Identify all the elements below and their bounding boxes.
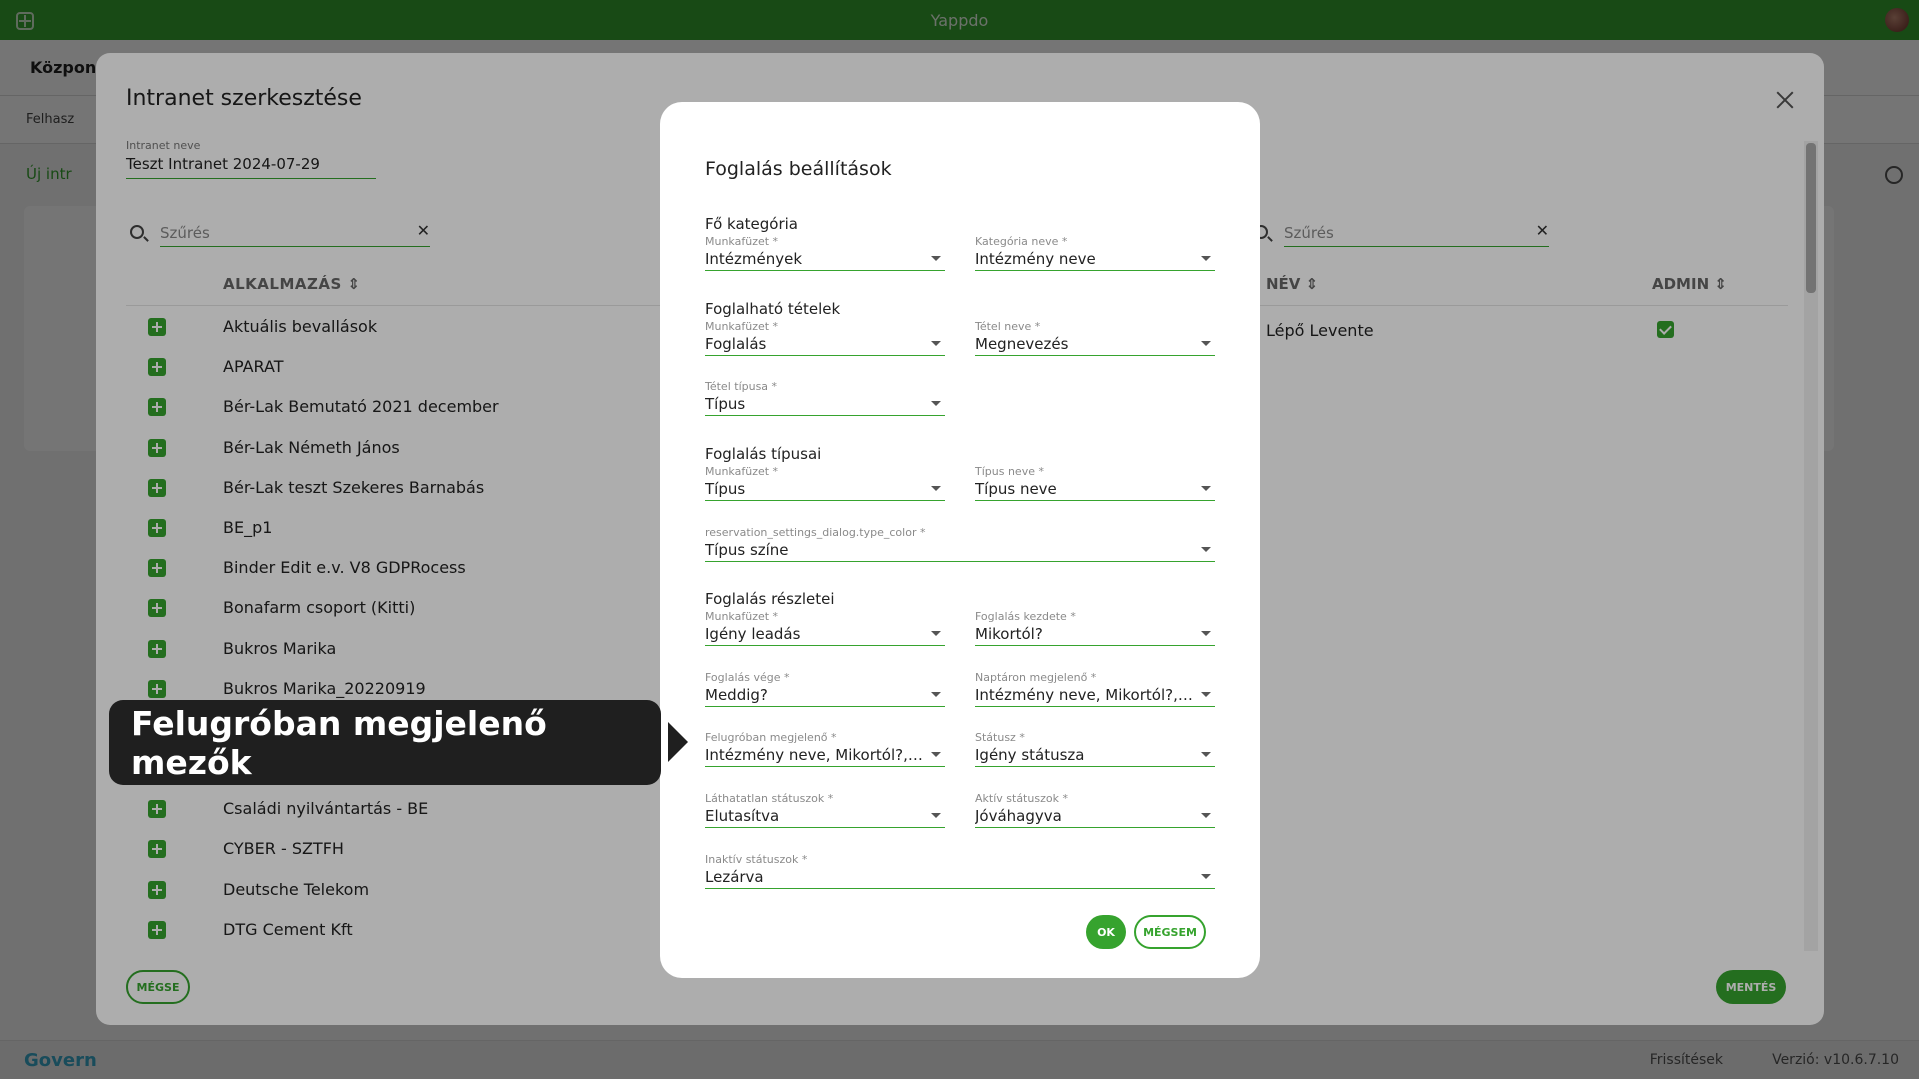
field-value: Típus színe xyxy=(705,541,789,559)
field-label: Kategória neve * xyxy=(975,235,1068,248)
field-value: Intézmény neve, Mikortól?, ... xyxy=(975,686,1197,704)
field-value: Lezárva xyxy=(705,868,764,886)
main-category-workbook-select[interactable]: Munkafüzet * Intézmények xyxy=(705,235,945,271)
booking-settings-dialog: Foglalás beállítások Fő kategória Munkaf… xyxy=(660,102,1260,978)
dropdown-arrow-icon xyxy=(931,486,941,491)
dropdown-arrow-icon xyxy=(1201,874,1211,879)
dropdown-arrow-icon xyxy=(931,631,941,636)
field-label: Munkafüzet * xyxy=(705,465,779,478)
ok-button[interactable]: OK xyxy=(1086,915,1126,949)
booking-end-select[interactable]: Foglalás vége * Meddig? xyxy=(705,671,945,707)
dialog-title: Foglalás beállítások xyxy=(705,158,892,180)
field-label: Tétel neve * xyxy=(975,320,1041,333)
field-value: Megnevezés xyxy=(975,335,1069,353)
cancel-button[interactable]: MÉGSEM xyxy=(1134,915,1206,949)
field-label: Tétel típusa * xyxy=(705,380,778,393)
section-booking-details: Foglalás részletei xyxy=(705,590,835,608)
inactive-statuses-select[interactable]: Inaktív státuszok * Lezárva xyxy=(705,853,1215,889)
type-color-select[interactable]: reservation_settings_dialog.type_color *… xyxy=(705,526,1215,562)
field-label: Felugróban megjelenő * xyxy=(705,731,837,744)
field-value: Meddig? xyxy=(705,686,768,704)
field-value: Mikortól? xyxy=(975,625,1043,643)
dropdown-arrow-icon xyxy=(1201,341,1211,346)
field-value: Intézmény neve, Mikortól?, ... xyxy=(705,746,927,764)
field-value: Jóváhagyva xyxy=(975,807,1062,825)
dropdown-arrow-icon xyxy=(931,401,941,406)
dropdown-arrow-icon xyxy=(1201,547,1211,552)
status-select[interactable]: Státusz * Igény státusza xyxy=(975,731,1215,767)
dropdown-arrow-icon xyxy=(1201,813,1211,818)
field-value: Igény leadás xyxy=(705,625,801,643)
items-workbook-select[interactable]: Munkafüzet * Foglalás xyxy=(705,320,945,356)
dropdown-arrow-icon xyxy=(1201,486,1211,491)
category-name-select[interactable]: Kategória neve * Intézmény neve xyxy=(975,235,1215,271)
field-value: Típus xyxy=(705,480,746,498)
field-label: Inaktív státuszok * xyxy=(705,853,808,866)
callout-pointer xyxy=(668,722,688,762)
hidden-statuses-select[interactable]: Láthatatlan státuszok * Elutasítva xyxy=(705,792,945,828)
dropdown-arrow-icon xyxy=(931,256,941,261)
dropdown-arrow-icon xyxy=(931,692,941,697)
calendar-fields-select[interactable]: Naptáron megjelenő * Intézmény neve, Mik… xyxy=(975,671,1215,707)
type-name-select[interactable]: Típus neve * Típus neve xyxy=(975,465,1215,501)
dropdown-arrow-icon xyxy=(1201,752,1211,757)
item-name-select[interactable]: Tétel neve * Megnevezés xyxy=(975,320,1215,356)
field-value: Elutasítva xyxy=(705,807,780,825)
dropdown-arrow-icon xyxy=(931,752,941,757)
field-value: Típus neve xyxy=(975,480,1057,498)
section-main-category: Fő kategória xyxy=(705,215,798,233)
field-label: Naptáron megjelenő * xyxy=(975,671,1097,684)
booking-start-select[interactable]: Foglalás kezdete * Mikortól? xyxy=(975,610,1215,646)
item-type-select[interactable]: Tétel típusa * Típus xyxy=(705,380,945,416)
tutorial-callout: Felugróban megjelenő mezők xyxy=(109,700,661,785)
callout-text: Felugróban megjelenő mezők xyxy=(131,703,547,782)
field-label: Típus neve * xyxy=(975,465,1044,478)
dropdown-arrow-icon xyxy=(931,341,941,346)
field-label: reservation_settings_dialog.type_color * xyxy=(705,526,926,539)
dropdown-arrow-icon xyxy=(1201,631,1211,636)
popup-fields-select[interactable]: Felugróban megjelenő * Intézmény neve, M… xyxy=(705,731,945,767)
field-value: Intézmény neve xyxy=(975,250,1096,268)
field-value: Igény státusza xyxy=(975,746,1085,764)
field-label: Foglalás kezdete * xyxy=(975,610,1076,623)
field-label: Foglalás vége * xyxy=(705,671,790,684)
field-label: Munkafüzet * xyxy=(705,235,779,248)
dropdown-arrow-icon xyxy=(931,813,941,818)
dropdown-arrow-icon xyxy=(1201,256,1211,261)
field-label: Aktív státuszok * xyxy=(975,792,1068,805)
details-workbook-select[interactable]: Munkafüzet * Igény leadás xyxy=(705,610,945,646)
field-label: Munkafüzet * xyxy=(705,610,779,623)
section-booking-types: Foglalás típusai xyxy=(705,445,822,463)
types-workbook-select[interactable]: Munkafüzet * Típus xyxy=(705,465,945,501)
section-bookable-items: Foglalható tételek xyxy=(705,300,841,318)
field-value: Intézmények xyxy=(705,250,803,268)
field-label: Státusz * xyxy=(975,731,1025,744)
field-value: Foglalás xyxy=(705,335,767,353)
dropdown-arrow-icon xyxy=(1201,692,1211,697)
field-value: Típus xyxy=(705,395,746,413)
active-statuses-select[interactable]: Aktív státuszok * Jóváhagyva xyxy=(975,792,1215,828)
field-label: Munkafüzet * xyxy=(705,320,779,333)
field-label: Láthatatlan státuszok * xyxy=(705,792,834,805)
